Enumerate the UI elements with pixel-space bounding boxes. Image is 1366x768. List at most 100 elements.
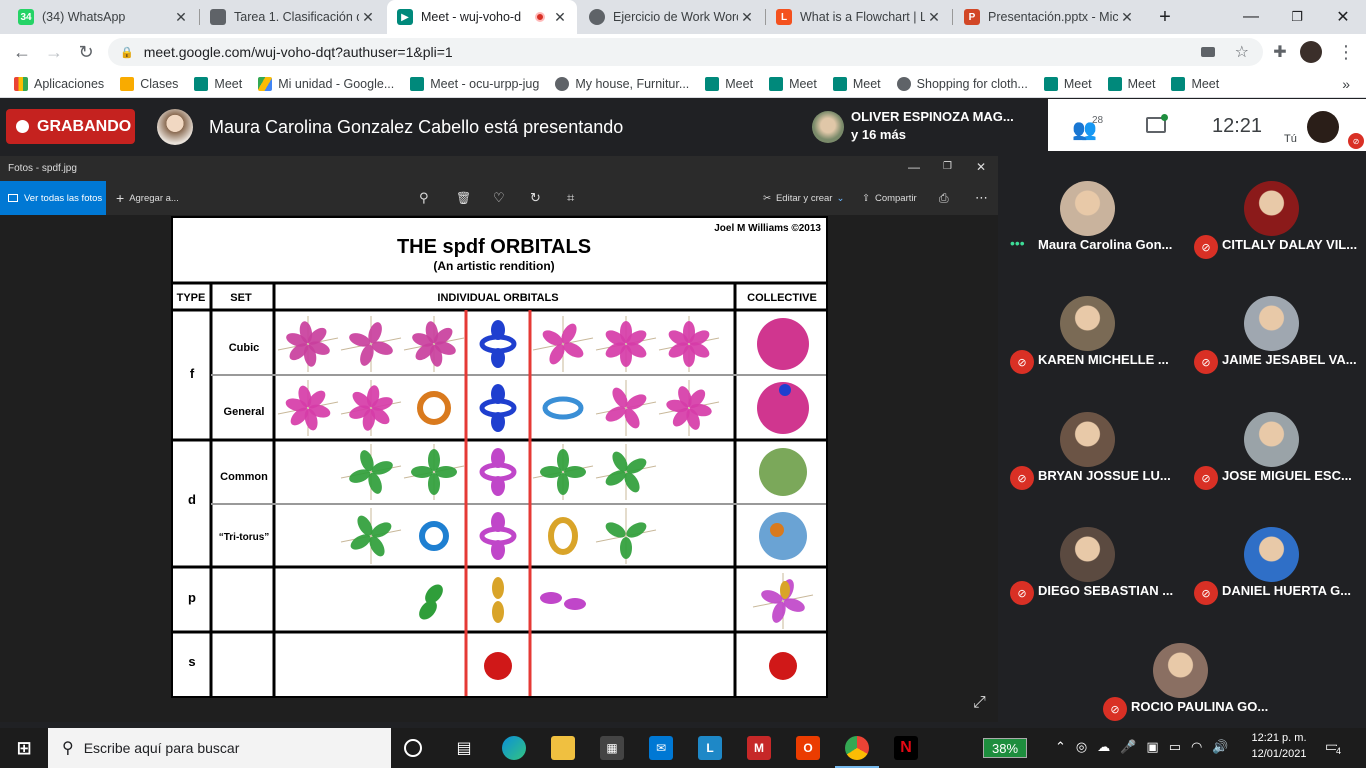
battery-indicator[interactable]: 38%	[983, 738, 1027, 758]
crop-icon[interactable]: ⌗	[567, 181, 574, 215]
rotate-icon[interactable]: ↻	[530, 181, 541, 215]
lucid-app-icon[interactable]: L	[698, 736, 722, 760]
orbital-lobe	[492, 601, 504, 623]
taskbar-search[interactable]: ⚲ Escribe aquí para buscar	[48, 728, 391, 768]
windows-taskbar: ⊞ ⚲ Escribe aquí para buscar ▤ ▦ ✉ L M O…	[0, 728, 1366, 768]
back-button[interactable]: ←	[10, 40, 34, 64]
bookmarks-bar: Aplicaciones Clases Meet Mi unidad - Goo…	[0, 70, 1366, 98]
extensions-icon[interactable]: ✚	[1268, 40, 1292, 64]
zoom-icon[interactable]: ⚲	[419, 181, 429, 215]
camera-icon[interactable]	[1201, 47, 1215, 57]
restore-button[interactable]: ❐	[1274, 0, 1320, 34]
cortana-icon[interactable]	[404, 739, 422, 757]
file-explorer-icon[interactable]	[551, 736, 575, 760]
netflix-icon[interactable]: N	[894, 736, 918, 760]
close-tab-icon[interactable]: ✕	[925, 9, 943, 26]
more-options-icon[interactable]: ⋯	[975, 181, 988, 215]
print-icon[interactable]: ⎙	[939, 181, 949, 215]
store-icon[interactable]: ▦	[600, 736, 624, 760]
meet-icon	[705, 76, 720, 91]
pinned-tile[interactable]: OLIVER ESPINOZA MAG... y 16 más	[803, 99, 1048, 151]
add-to-button[interactable]: + Agregar a...	[116, 181, 179, 215]
minimize-button[interactable]: —	[908, 160, 920, 174]
orbital-lobe	[492, 577, 504, 599]
header-collective: COLLECTIVE	[747, 292, 817, 304]
meet-clock: 12:21	[1212, 115, 1263, 137]
mic-off-icon: ⊘	[1103, 697, 1127, 721]
edit-create-button[interactable]: ✂ Editar y crear ⌄	[763, 181, 844, 215]
minimize-button[interactable]: —	[1228, 0, 1274, 34]
bookmark-item[interactable]: Meet	[194, 76, 242, 91]
participant-name: DIEGO SEBASTIAN ...	[1038, 583, 1174, 598]
tab-meet[interactable]: ▶ Meet - wuj-voho-d ✕	[387, 0, 577, 34]
orbital-collective	[759, 512, 807, 560]
close-tab-icon[interactable]: ✕	[172, 9, 190, 26]
bookmark-item[interactable]: Meet	[705, 76, 753, 91]
tab-classroom[interactable]: Tarea 1. Clasificación de ✕	[200, 0, 385, 34]
tab-title: Presentación.pptx - Mic	[988, 10, 1118, 24]
presenting-text: Maura Carolina Gonzalez Cabello está pre…	[209, 117, 624, 137]
meet-icon	[1171, 76, 1186, 91]
close-tab-icon[interactable]: ✕	[738, 9, 756, 26]
bookmark-item[interactable]: Clases	[120, 76, 178, 91]
powerpoint-icon: P	[964, 9, 980, 25]
office-icon[interactable]: O	[796, 736, 820, 760]
more-bookmarks-icon[interactable]: »	[1342, 76, 1350, 92]
bookmark-star-icon[interactable]: ☆	[1235, 42, 1249, 62]
close-tab-icon[interactable]: ✕	[551, 9, 569, 26]
close-tab-icon[interactable]: ✕	[1118, 9, 1136, 26]
fullscreen-icon[interactable]: ⤢	[973, 694, 986, 712]
menu-icon[interactable]: ⋮	[1334, 40, 1358, 64]
delete-icon[interactable]: 🗑	[456, 181, 471, 215]
mic-off-icon: ⊘	[1348, 133, 1364, 149]
tab-lucidchart[interactable]: L What is a Flowchart | Lu ✕	[766, 0, 951, 34]
close-window-button[interactable]: ✕	[976, 160, 986, 174]
bookmark-item[interactable]: Meet	[1043, 76, 1092, 91]
bookmark-item[interactable]: My house, Furnitur...	[555, 76, 689, 91]
system-tray-icons[interactable]: ⌃◎☁🎤▣▭◠🔊	[1055, 739, 1239, 755]
taskbar-date[interactable]: 12/01/2021	[1249, 748, 1309, 760]
taskbar-time[interactable]: 12:21 p. m.	[1249, 732, 1309, 744]
mcafee-icon[interactable]: M	[747, 736, 771, 760]
tab-powerpoint[interactable]: P Presentación.pptx - Mic ✕	[954, 0, 1144, 34]
participant-avatar	[1060, 412, 1115, 467]
bookmark-apps[interactable]: Aplicaciones	[14, 76, 104, 91]
bookmark-item[interactable]: Meet	[832, 76, 881, 91]
orbital-lobe	[620, 537, 632, 559]
orbitals-image: THE spdf ORBITALS (An artistic rendition)…	[171, 216, 828, 698]
self-avatar[interactable]	[1307, 111, 1339, 143]
tab-word-exercise[interactable]: Ejercicio de Work Word ✕	[579, 0, 764, 34]
globe-icon	[555, 76, 570, 91]
tab-whatsapp[interactable]: 34 (34) WhatsApp ✕	[8, 0, 198, 34]
bookmark-item[interactable]: Meet	[1107, 76, 1155, 91]
share-icon: ⇪	[862, 192, 870, 204]
tab-title: (34) WhatsApp	[42, 10, 126, 24]
participant-avatar	[812, 111, 844, 143]
see-all-photos-button[interactable]: Ver todas las fotos	[0, 181, 106, 215]
people-count: 28	[1092, 115, 1104, 126]
bookmark-item[interactable]: Mi unidad - Google...	[258, 76, 394, 91]
close-window-button[interactable]: ✕	[1320, 0, 1366, 34]
orbital-collective	[757, 318, 809, 370]
task-view-icon[interactable]: ▤	[452, 736, 476, 760]
share-button[interactable]: ⇪ Compartir	[862, 181, 917, 215]
mail-icon[interactable]: ✉	[649, 736, 673, 760]
address-bar[interactable]: 🔒 meet.google.com/wuj-voho-dqt?authuser=…	[108, 38, 1263, 66]
recording-badge[interactable]: GRABANDO	[6, 109, 135, 144]
forward-button[interactable]: →	[42, 40, 66, 64]
favorite-icon[interactable]: ♡	[493, 181, 505, 215]
bookmark-item[interactable]: Meet - ocu-urpp-jug	[410, 76, 539, 91]
bookmark-item[interactable]: Shopping for cloth...	[896, 76, 1028, 91]
close-tab-icon[interactable]: ✕	[359, 9, 377, 26]
new-tab-button[interactable]: +	[1142, 0, 1188, 34]
mic-off-icon: ⊘	[1194, 350, 1218, 374]
image-author: Joel M Williams ©2013	[714, 223, 821, 234]
reload-button[interactable]: ↻	[74, 40, 98, 64]
profile-avatar[interactable]	[1300, 41, 1322, 63]
windows-start-icon[interactable]: ⊞	[12, 736, 36, 760]
bookmark-item[interactable]: Meet	[769, 76, 817, 91]
restore-button[interactable]: ❐	[943, 161, 952, 172]
bookmark-item[interactable]: Meet	[1171, 76, 1219, 91]
edge-icon[interactable]	[502, 736, 526, 760]
chrome-icon[interactable]	[845, 736, 869, 760]
